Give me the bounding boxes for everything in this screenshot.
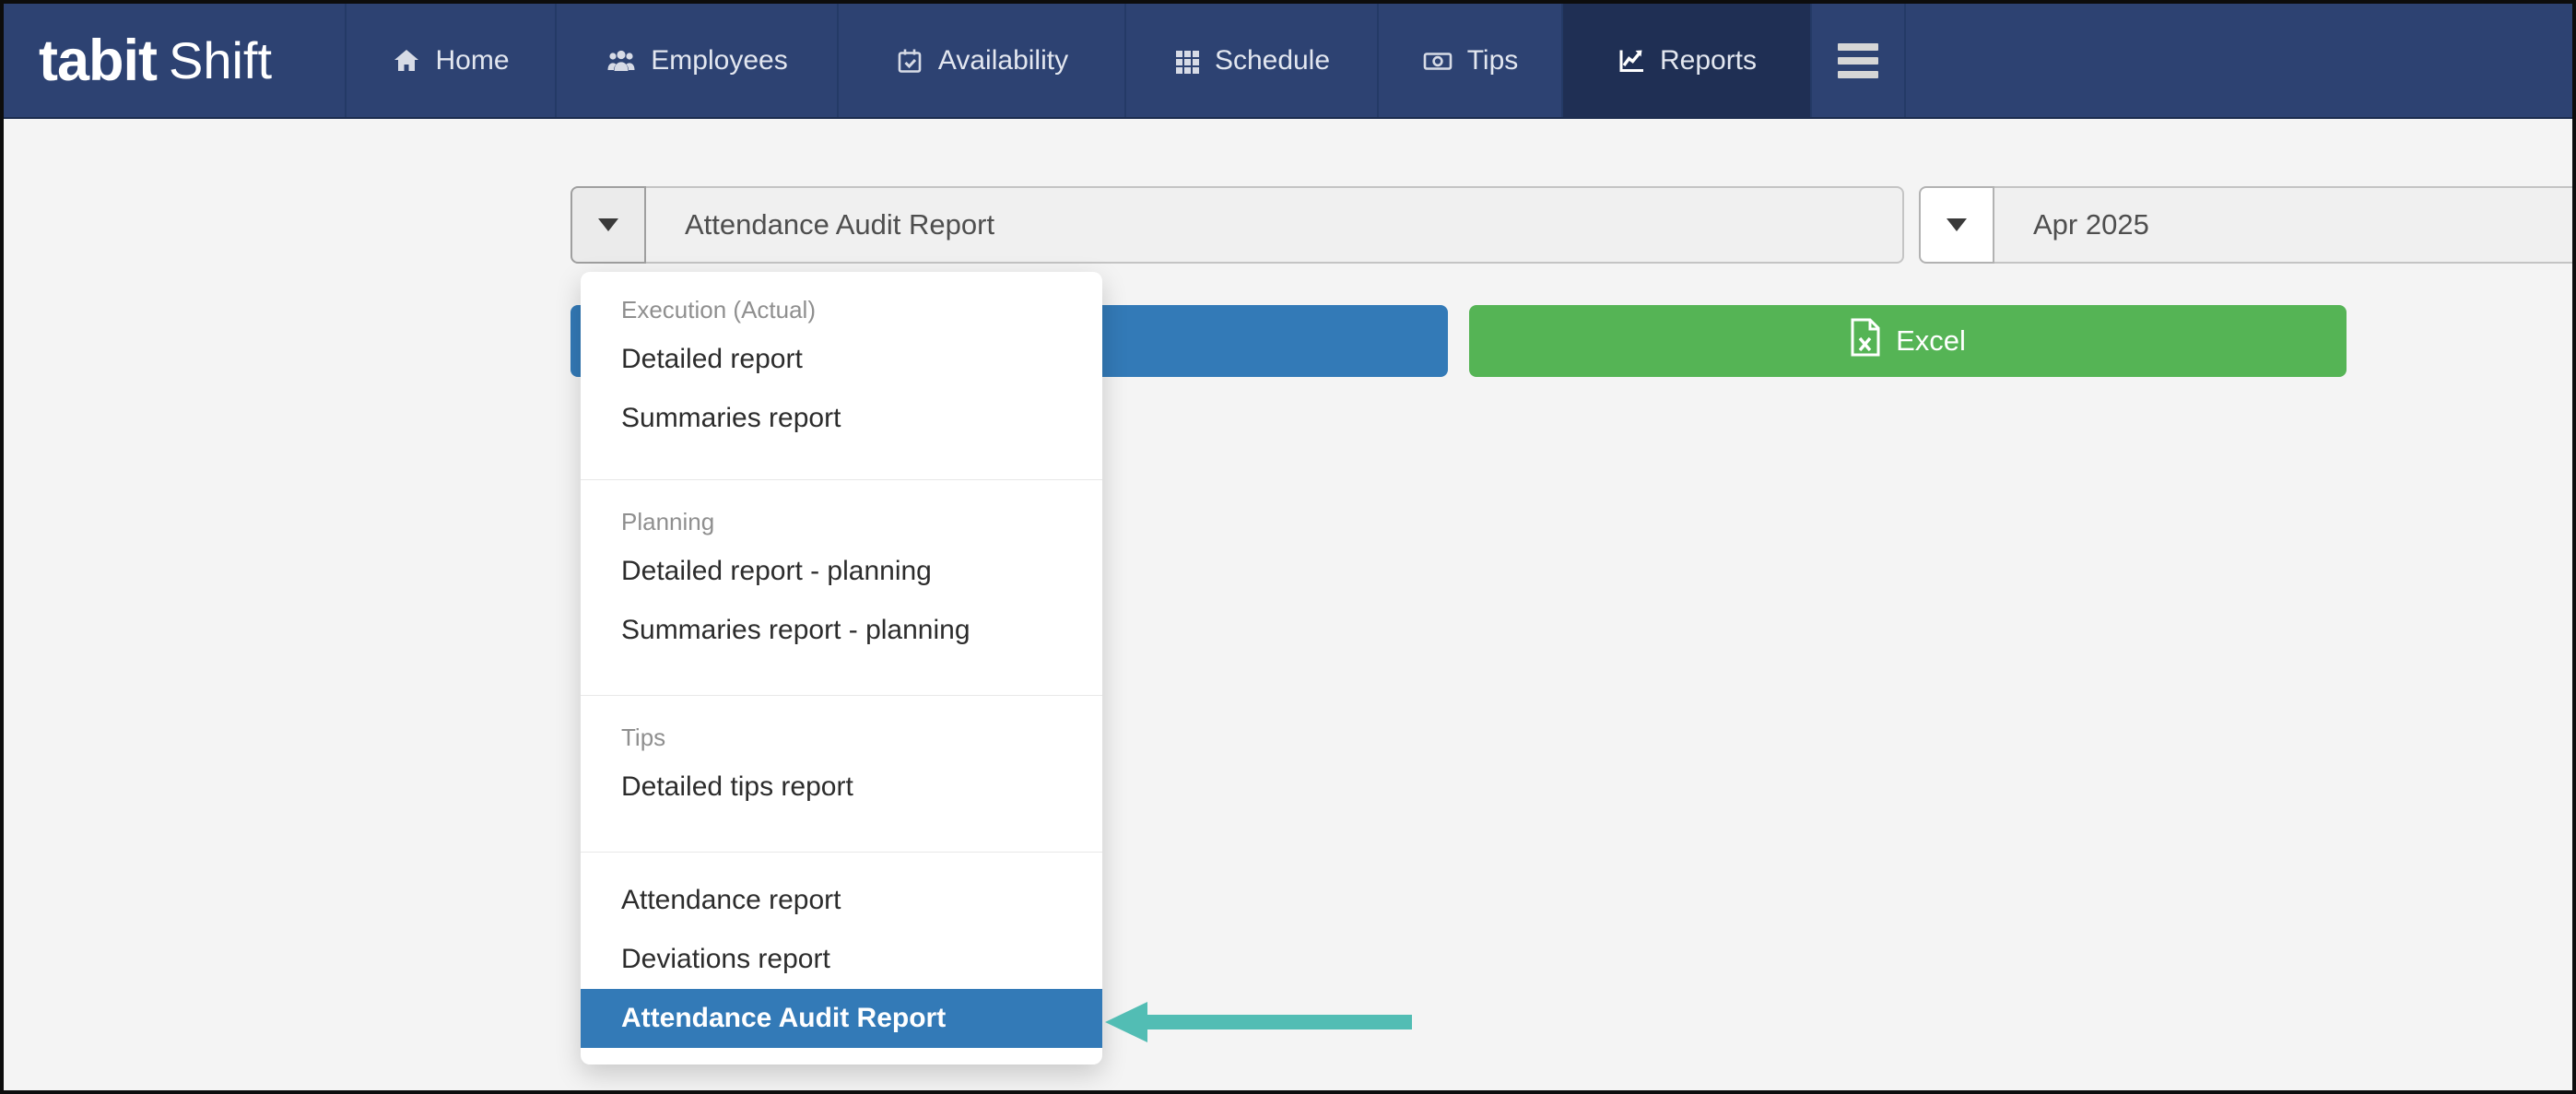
menu-section-header: Execution (Actual)	[581, 283, 1102, 330]
nav-item-home[interactable]: Home	[347, 4, 557, 117]
menu-item-summaries-report-planning[interactable]: Summaries report - planning	[581, 601, 1102, 660]
report-select-value[interactable]: Attendance Audit Report	[646, 186, 1904, 264]
arrow-body	[1147, 1015, 1412, 1029]
top-navbar: tabit Shift Home Em	[4, 4, 2572, 119]
report-select: Attendance Audit Report	[570, 186, 1904, 264]
grid-icon	[1173, 47, 1201, 75]
nav-item-label: Tips	[1467, 45, 1519, 76]
export-excel-label: Excel	[1896, 324, 1966, 358]
menu-item-deviations-report[interactable]: Deviations report	[581, 930, 1102, 989]
nav-item-tips[interactable]: Tips	[1379, 4, 1563, 117]
arrow-left-icon	[1105, 1002, 1147, 1042]
menu-section-execution: Execution (Actual) Detailed report Summa…	[581, 272, 1102, 479]
report-dropdown-menu: Execution (Actual) Detailed report Summa…	[581, 272, 1102, 1065]
money-icon	[1422, 46, 1453, 76]
nav-item-label: Reports	[1660, 45, 1757, 76]
month-select: Apr 2025	[1919, 186, 2576, 264]
brand-name-primary: tabit	[39, 28, 157, 94]
month-select-value[interactable]: Apr 2025	[1994, 186, 2576, 264]
menu-item-detailed-report-planning[interactable]: Detailed report - planning	[581, 542, 1102, 601]
caret-down-icon	[598, 218, 618, 231]
nav-item-availability[interactable]: Availability	[839, 4, 1126, 117]
users-icon	[606, 46, 637, 76]
nav-item-schedule[interactable]: Schedule	[1126, 4, 1379, 117]
export-excel-button[interactable]: Excel	[1469, 305, 2347, 377]
nav-item-reports[interactable]: Reports	[1563, 4, 1812, 117]
nav-item-label: Availability	[938, 45, 1068, 76]
report-select-caret-button[interactable]	[570, 186, 646, 264]
nav-item-label: Employees	[651, 45, 787, 76]
nav-item-employees[interactable]: Employees	[557, 4, 839, 117]
menu-section-tips: Tips Detailed tips report	[581, 695, 1102, 852]
menu-item-summaries-report[interactable]: Summaries report	[581, 389, 1102, 448]
menu-item-attendance-audit-report[interactable]: Attendance Audit Report	[581, 989, 1102, 1048]
menu-item-detailed-report[interactable]: Detailed report	[581, 330, 1102, 389]
month-select-caret-button[interactable]	[1919, 186, 1994, 264]
nav-item-label: Schedule	[1215, 45, 1330, 76]
app-window: tabit Shift Home Em	[0, 0, 2576, 1094]
brand-logo[interactable]: tabit Shift	[4, 4, 347, 117]
menu-section-header: Tips	[581, 711, 1102, 758]
excel-file-icon	[1850, 318, 1881, 364]
menu-section-header: Planning	[581, 495, 1102, 542]
menu-section-planning: Planning Detailed report - planning Summ…	[581, 479, 1102, 695]
menu-section-attendance: Attendance report Deviations report Atte…	[581, 852, 1102, 1065]
brand-name-secondary: Shift	[169, 30, 272, 90]
nav-menu-toggle[interactable]	[1812, 4, 1906, 117]
hamburger-icon	[1838, 43, 1878, 78]
menu-item-detailed-tips-report[interactable]: Detailed tips report	[581, 758, 1102, 817]
nav-item-label: Home	[435, 45, 509, 76]
chart-line-icon	[1617, 46, 1646, 76]
caret-down-icon	[1947, 218, 1967, 231]
calendar-check-icon	[895, 46, 924, 76]
home-icon	[392, 46, 421, 76]
menu-item-attendance-report[interactable]: Attendance report	[581, 871, 1102, 930]
